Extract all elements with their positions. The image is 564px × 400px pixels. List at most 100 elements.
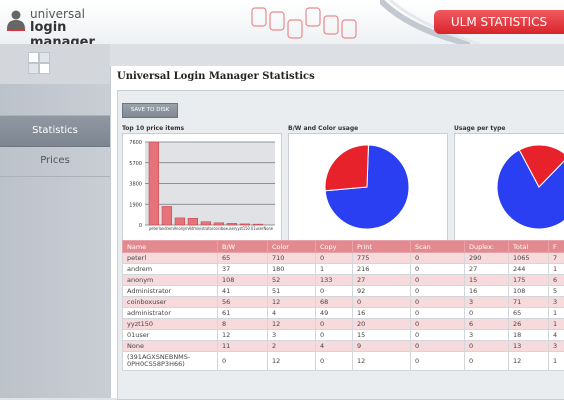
table-cell: 71 [509, 297, 549, 308]
table-cell: 41 [218, 286, 268, 297]
table-cell: 108 [218, 275, 268, 286]
table-cell: 175 [509, 275, 549, 286]
sidebar-item-prices[interactable]: Prices [0, 146, 110, 177]
app-header: universal login manager ULM STATISTICS [0, 0, 564, 45]
table-cell: 710 [268, 253, 316, 264]
table-cell: 01user [123, 330, 218, 341]
table-cell: 0 [465, 341, 509, 352]
column-header[interactable]: Copy [316, 241, 353, 253]
table-cell: Administrator [123, 286, 218, 297]
column-header[interactable]: Print [353, 241, 411, 253]
table-cell: 12 [218, 330, 268, 341]
bar [162, 206, 172, 225]
table-row[interactable]: coinboxuser561268003713 [123, 297, 564, 308]
content-area: SAVE TO DISK Top 10 price items 76005700… [117, 90, 564, 400]
pie-slice [325, 145, 368, 191]
table-cell: andrem [123, 264, 218, 275]
table-cell: 11 [218, 341, 268, 352]
table-cell: 12 [509, 352, 549, 371]
table-cell: 16 [465, 286, 509, 297]
tab-ulm-statistics[interactable]: ULM STATISTICS [434, 10, 564, 34]
table-cell: 0 [411, 319, 465, 330]
table-cell: 775 [353, 253, 411, 264]
table-cell: 290 [465, 253, 509, 264]
top10-title: Top 10 price items [122, 125, 184, 132]
table-cell: 1 [549, 308, 564, 319]
table-cell: 0 [411, 264, 465, 275]
table-cell: 0 [316, 319, 353, 330]
table-cell: 6 [549, 275, 564, 286]
save-to-disk-button[interactable]: SAVE TO DISK [122, 103, 178, 118]
table-row[interactable]: Administrator41510920161085 [123, 286, 564, 297]
table-cell: yyzt150 [123, 319, 218, 330]
table-cell: 51 [268, 286, 316, 297]
bw-color-title: B/W and Color usage [288, 125, 358, 132]
table-cell: 6 [465, 319, 509, 330]
table-cell: 27 [353, 275, 411, 286]
bar [188, 218, 198, 225]
table-cell: 0 [411, 308, 465, 319]
table-cell: 108 [509, 286, 549, 297]
x-category-labels: peterlandremAnonymAdministratorcoinboxus… [149, 226, 273, 231]
table-row[interactable]: administrator614491600651 [123, 308, 564, 319]
table-header-row: NameB/WColorCopyPrintScanDuplex:TotalF [123, 241, 564, 253]
table-cell: 216 [353, 264, 411, 275]
table-cell: 1 [316, 264, 353, 275]
column-header[interactable]: Name [123, 241, 218, 253]
column-header[interactable]: Total [509, 241, 549, 253]
table-cell: 1065 [509, 253, 549, 264]
table-cell: 3 [549, 297, 564, 308]
table-cell: 0 [411, 330, 465, 341]
table-cell: 0 [411, 286, 465, 297]
table-cell: 26 [509, 319, 549, 330]
table-cell: 0 [411, 297, 465, 308]
usage-type-pie-chart [455, 134, 564, 240]
column-header[interactable]: F [549, 241, 564, 253]
bw-color-panel [288, 133, 448, 241]
table-cell: 56 [218, 297, 268, 308]
sidebar-item-statistics[interactable]: Statistics [0, 115, 110, 147]
table-row[interactable]: (391AGXSNEBNMS-0PH0CS58P3H66)01201200121 [123, 352, 564, 371]
table-cell: 92 [353, 286, 411, 297]
table-cell: 68 [316, 297, 353, 308]
table-cell: None [123, 341, 218, 352]
column-header[interactable]: Color [268, 241, 316, 253]
table-cell: 0 [218, 352, 268, 371]
y-tick-label: 7600 [129, 140, 142, 146]
table-cell: 5 [549, 286, 564, 297]
column-header[interactable]: Duplex: [465, 241, 509, 253]
usage-type-title: Usage per type [454, 125, 506, 132]
table-row[interactable]: yyzt15081202006261 [123, 319, 564, 330]
decorative-squares-icon [250, 4, 370, 42]
table-row[interactable]: 01user12301503184 [123, 330, 564, 341]
table-row[interactable]: andrem3718012160272441 [123, 264, 564, 275]
table-cell: 3 [549, 341, 564, 352]
table-cell: 4 [268, 308, 316, 319]
left-rail-top [0, 44, 110, 84]
table-row[interactable]: peterl657100775029010657 [123, 253, 564, 264]
column-header[interactable]: Scan [411, 241, 465, 253]
table-cell: 0 [316, 330, 353, 341]
table-cell: 37 [218, 264, 268, 275]
sidebar: Statistics Prices [0, 84, 111, 398]
y-tick-label: 1900 [129, 202, 142, 208]
table-cell: 0 [411, 341, 465, 352]
table-cell: 12 [268, 319, 316, 330]
grid-square-icon [39, 52, 50, 63]
table-cell: 12 [268, 352, 316, 371]
table-cell: 9 [353, 341, 411, 352]
table-cell: 61 [218, 308, 268, 319]
column-header[interactable]: B/W [218, 241, 268, 253]
table-row[interactable]: anonym10852133270151756 [123, 275, 564, 286]
table-row[interactable]: None1124900133 [123, 341, 564, 352]
table-cell: 0 [411, 352, 465, 371]
table-cell: 1 [549, 264, 564, 275]
table-cell: 13 [509, 341, 549, 352]
table-cell: 133 [316, 275, 353, 286]
table-cell: 0 [465, 308, 509, 319]
grid-square-icon [28, 63, 39, 74]
table-cell: 12 [268, 297, 316, 308]
table-cell: 0 [465, 352, 509, 371]
table-cell: 16 [353, 308, 411, 319]
table-body: peterl657100775029010657andrem3718012160… [123, 253, 564, 371]
